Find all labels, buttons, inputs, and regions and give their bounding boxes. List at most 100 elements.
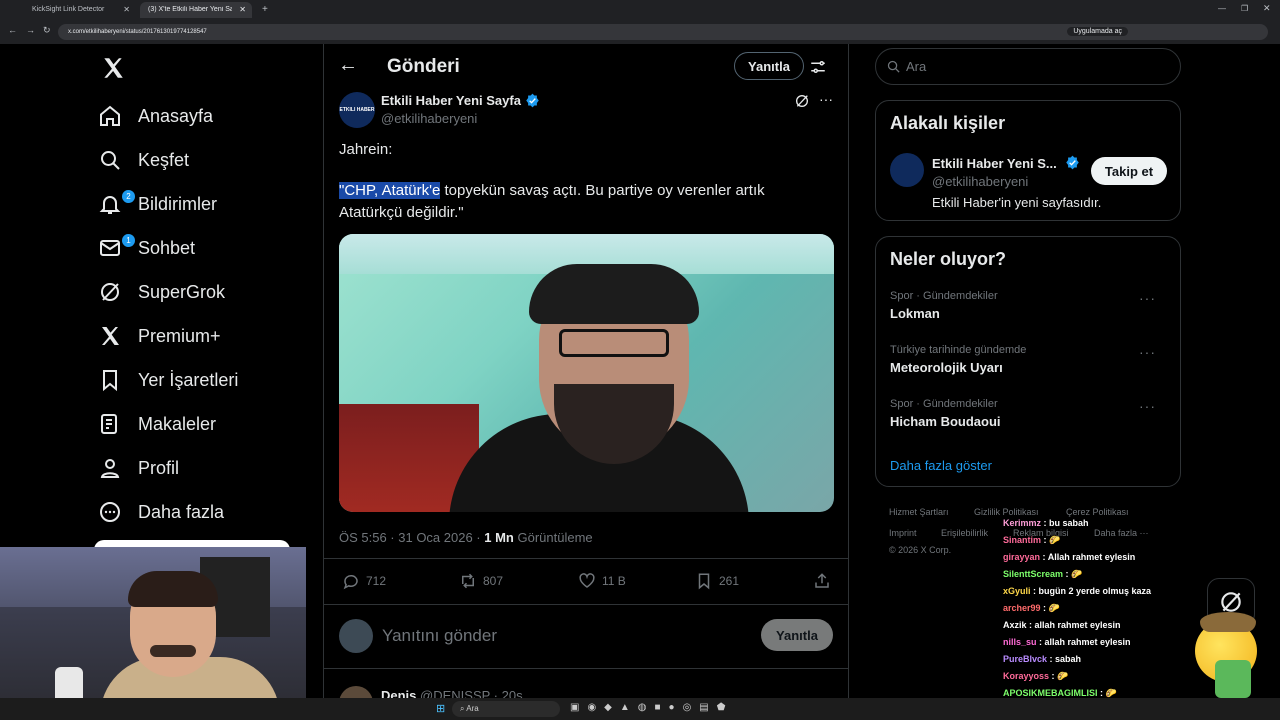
- follow-button[interactable]: Takip et: [1091, 157, 1167, 185]
- close-icon[interactable]: ✕: [239, 5, 246, 14]
- article-icon: [101, 414, 117, 434]
- like-stat[interactable]: 11 B: [578, 572, 626, 590]
- footer-privacy-link[interactable]: Gizlilik Politikası: [974, 507, 1039, 517]
- author-name[interactable]: Etkili Haber Yeni Sayfa: [381, 93, 521, 108]
- nav-supergrok[interactable]: SuperGrok: [98, 272, 225, 312]
- nav-label: Keşfet: [138, 149, 190, 170]
- nav-label: Makaleler: [138, 413, 217, 434]
- new-tab-icon[interactable]: +: [262, 4, 268, 15]
- windows-start-icon[interactable]: ⊞: [436, 702, 445, 715]
- author-handle[interactable]: @etkilihaberyeni: [381, 111, 477, 126]
- footer-copyright: © 2026 X Corp.: [889, 545, 952, 555]
- tab-label: KickSight Link Detector: [32, 6, 105, 13]
- post-text-line1: Jahrein:: [339, 141, 393, 158]
- views-label: Görüntüleme: [513, 530, 593, 545]
- grok-icon: [101, 283, 119, 301]
- window-close-icon[interactable]: ✕: [1263, 3, 1271, 14]
- repost-stat[interactable]: 807: [459, 572, 503, 590]
- tab-label: (3) X'te Etkili Haber Yeni Sayfa: [148, 6, 232, 13]
- address-bar[interactable]: x.com/etkilihaberyeni/status/20176130197…: [58, 24, 1268, 40]
- glasses: [559, 329, 669, 357]
- reply-header-button[interactable]: Yanıtla: [734, 52, 804, 80]
- post-text-rest: topyekün savaş açtı. Bu partiye oy veren…: [440, 182, 765, 199]
- nav-bookmarks[interactable]: Yer İşaretleri: [98, 360, 238, 400]
- footer-imprint-link[interactable]: Imprint: [889, 528, 917, 538]
- selected-text: "CHP, Atatürk'e: [339, 182, 441, 199]
- verified-badge-icon: [526, 93, 539, 108]
- tab-x-post[interactable]: (3) X'te Etkili Haber Yeni Sayfa ✕: [140, 2, 252, 18]
- nav-label: Premium+: [138, 325, 221, 346]
- back-icon[interactable]: ←: [8, 25, 17, 35]
- bell-icon: [99, 196, 121, 214]
- footer-terms-link[interactable]: Hizmet Şartları: [889, 507, 949, 517]
- nav-premium[interactable]: Premium+: [98, 316, 221, 356]
- webcam-mustache: [150, 645, 196, 657]
- more-options-icon[interactable]: ···: [1139, 344, 1156, 360]
- x-logo-icon[interactable]: [100, 55, 126, 86]
- divider: [324, 604, 848, 605]
- footer-accessibility-link[interactable]: Erişilebilirlik: [941, 528, 988, 538]
- bookmark-stat[interactable]: 261: [695, 572, 739, 590]
- nav-articles[interactable]: Makaleler: [98, 404, 216, 444]
- taskbar: ⊞ ⌕ Ara ▣◉◆▲◍■●◎▤⬟: [0, 698, 1280, 720]
- chat-message: Sinantim : 🌮: [1003, 535, 1061, 545]
- sliders-icon[interactable]: [809, 58, 827, 76]
- reply-submit-button[interactable]: Yanıtla: [761, 619, 833, 651]
- share-icon[interactable]: [813, 572, 831, 590]
- nav-notifications[interactable]: 2 Bildirimler: [98, 184, 217, 224]
- footer-more-link[interactable]: Daha fazla ···: [1094, 528, 1149, 538]
- nav-home[interactable]: Anasayfa: [98, 96, 213, 136]
- trend-item[interactable]: Spor · Gündemdekiler Lokman ···: [890, 290, 1170, 321]
- trend-item[interactable]: Spor · Gündemdekiler Hicham Boudaoui ···: [890, 398, 1170, 429]
- taskbar-search[interactable]: ⌕ Ara: [452, 701, 560, 717]
- user-avatar[interactable]: [339, 619, 373, 653]
- post-video[interactable]: [339, 234, 834, 512]
- nav-label: Anasayfa: [138, 105, 214, 126]
- reload-icon[interactable]: ↻: [43, 25, 51, 36]
- related-avatar[interactable]: [890, 153, 924, 187]
- forward-icon[interactable]: →: [26, 25, 35, 35]
- related-name[interactable]: Etkili Haber Yeni S...: [932, 156, 1057, 171]
- post-time[interactable]: ÖS 5:56 · 31 Oca 2026 ·: [339, 530, 484, 545]
- home-icon: [100, 105, 120, 126]
- reply-input[interactable]: Yanıtını gönder: [382, 626, 497, 646]
- minimize-icon[interactable]: —: [1218, 4, 1226, 13]
- nav-profile[interactable]: Profil: [98, 448, 179, 488]
- trend-item[interactable]: Türkiye tarihinde gündemde Meteorolojik …: [890, 344, 1170, 375]
- repost-icon: [462, 573, 474, 589]
- webcam-overlay: [0, 547, 306, 720]
- footer-cookie-link[interactable]: Çerez Politikası: [1066, 507, 1129, 517]
- nav-more[interactable]: Daha fazla: [98, 492, 224, 532]
- more-options-icon[interactable]: ···: [819, 91, 833, 107]
- mail-icon: [100, 240, 120, 256]
- webcam-hair: [128, 571, 218, 607]
- notification-badge: 2: [122, 190, 135, 203]
- chat-message: SilenttScream : 🌮: [1003, 569, 1083, 579]
- show-more-link[interactable]: Daha fazla göster: [890, 458, 992, 473]
- nav-chat[interactable]: 1 Sohbet: [98, 228, 195, 268]
- bookmark-icon: [103, 370, 117, 392]
- heart-icon: [579, 573, 595, 588]
- reply-stat[interactable]: 712: [342, 572, 386, 590]
- maximize-icon[interactable]: ❐: [1241, 4, 1248, 13]
- nav-explore[interactable]: Keşfet: [98, 140, 189, 180]
- close-icon[interactable]: ✕: [123, 5, 130, 14]
- tab-kicksight[interactable]: KickSight Link Detector ✕: [24, 2, 136, 18]
- post-meta: ÖS 5:56 · 31 Oca 2026 · 1 Mn Görüntüleme: [339, 530, 593, 545]
- more-options-icon[interactable]: ···: [1139, 398, 1156, 414]
- taskbar-app-icons[interactable]: ▣◉◆▲◍■●◎▤⬟: [570, 702, 733, 713]
- search-box[interactable]: Ara: [875, 48, 1181, 85]
- open-in-app-button[interactable]: Uygulamada aç: [1067, 27, 1128, 36]
- search-icon: [101, 151, 120, 170]
- author-avatar[interactable]: ETKILI HABER: [339, 92, 375, 128]
- like-count: 11 B: [602, 574, 626, 588]
- reply-icon: [343, 575, 358, 590]
- more-options-icon[interactable]: ···: [1139, 290, 1156, 306]
- trend-name: Meteorolojik Uyarı: [890, 360, 1003, 375]
- card-title: Neler oluyor?: [890, 249, 1007, 269]
- back-arrow-icon[interactable]: ←: [338, 54, 358, 77]
- grok-icon[interactable]: [794, 93, 810, 109]
- emote-hat: [1200, 612, 1256, 632]
- main-column: ← Gönderi Yanıtla ETKILI HABER Etkili Ha…: [323, 44, 849, 720]
- trend-meta: Spor · Gündemdekiler: [890, 398, 998, 410]
